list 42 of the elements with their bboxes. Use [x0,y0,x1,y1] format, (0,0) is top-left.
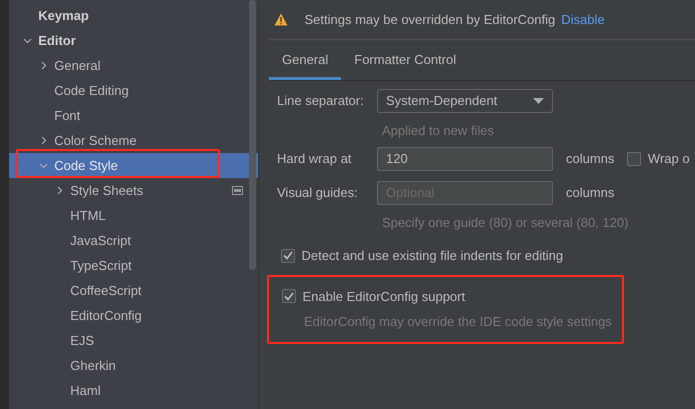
tree-item[interactable]: EJS [9,328,249,353]
tree-item[interactable]: Color Scheme [9,128,249,153]
tree-item[interactable]: Haml [9,378,249,403]
tree-item[interactable]: Style Sheets [9,178,249,203]
tab[interactable]: General [269,50,342,80]
hint-text: Specify one guide (80) or several (80, 120) [381,214,630,232]
banner-text: Settings may be overridden by EditorConfig [304,10,556,29]
tree-item[interactable]: Font [9,103,249,128]
field-label: Visual guides: [277,184,359,202]
tree-item[interactable]: Keymap [9,3,249,28]
chevron-right-icon[interactable] [38,136,48,145]
checkbox-label: Detect and use existing file indents for editing [302,247,564,265]
tree-item[interactable]: EditorConfig [9,303,249,328]
field-label: Line separator: [277,92,365,110]
chevron-down-icon[interactable] [22,36,32,45]
hint-text: Applied to new files [381,122,496,140]
tree-item[interactable]: JavaScript [9,228,249,253]
tree-item[interactable]: CoffeeScript [9,278,249,303]
line-separator-dropdown[interactable]: System-Dependent [377,89,553,113]
unit-label: columns [566,150,614,168]
chevron-right-icon[interactable] [54,186,64,195]
checkbox[interactable] [281,248,295,263]
tree-item[interactable]: Code Editing [9,78,249,103]
tree-item[interactable]: General [9,53,249,78]
hard-wrap-field[interactable]: 120 [377,146,553,170]
unit-label: columns [566,184,614,202]
checkbox[interactable] [627,152,642,166]
checkbox[interactable] [282,289,296,304]
option-description: EditorConfig may override the IDE code style settings [304,313,612,331]
disable-link[interactable]: Disable [561,10,605,30]
field-label: Hard wrap at [277,150,352,168]
tree-item[interactable]: Gherkin [9,353,249,378]
tree-item[interactable]: TypeScript [9,253,249,278]
tree-item[interactable]: HTML [9,203,249,228]
warning-icon [274,13,288,26]
scrollbar[interactable] [249,0,256,270]
checkbox-label: Wrap o [648,150,690,168]
dropdown-arrow-icon [533,98,544,104]
tree-item[interactable]: Editor [9,28,249,53]
tab[interactable]: Formatter Control [341,50,470,80]
checkbox-label: Enable EditorConfig support [302,288,466,306]
chevron-right-icon[interactable] [38,61,48,70]
